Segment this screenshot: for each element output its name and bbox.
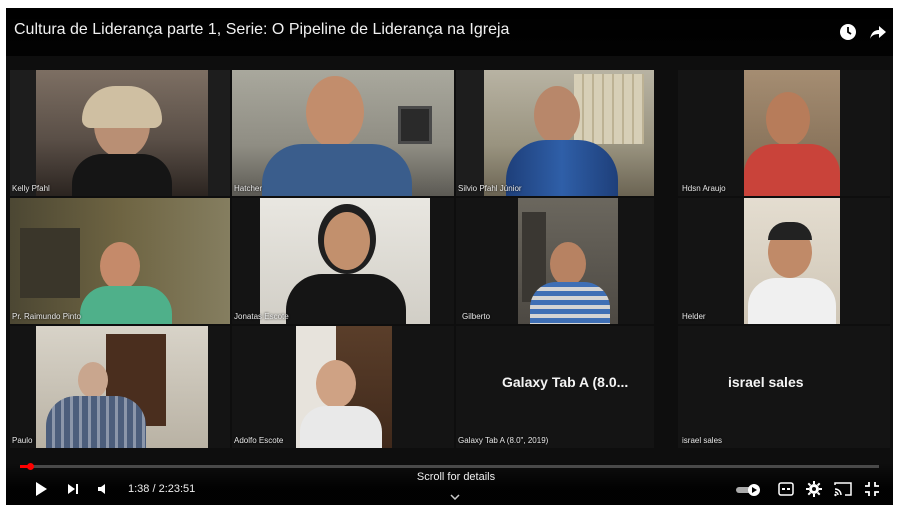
participant-display-name: israel sales [728, 374, 804, 390]
participant-name: Hdsn Araujo [682, 184, 726, 193]
participant-name: Paulo [12, 436, 33, 445]
autoplay-toggle-icon[interactable] [736, 483, 762, 501]
participant-video [260, 198, 430, 324]
video-title[interactable]: Cultura de Liderança parte 1, Serie: O P… [14, 21, 509, 39]
participant-video [484, 70, 654, 196]
participant-tile: Galaxy Tab A (8.0... Galaxy Tab A (8.0",… [456, 326, 654, 448]
participant-name: Galaxy Tab A (8.0", 2019) [458, 436, 549, 445]
title-bar: Cultura de Liderança parte 1, Serie: O P… [6, 8, 893, 56]
participant-name: Silvio Pfahl Júnior [458, 184, 522, 193]
participant-video [232, 70, 454, 196]
settings-icon[interactable] [806, 481, 822, 502]
participant-tile: Hatcher [232, 70, 454, 196]
time-display: 1:38 / 2:23:51 [128, 483, 196, 495]
participant-display-name: Galaxy Tab A (8.0... [502, 374, 629, 390]
participant-tile: Helder [678, 198, 890, 324]
participant-name: Adolfo Escote [234, 436, 284, 445]
progress-bar[interactable] [20, 463, 879, 470]
participant-name: Gilberto [462, 312, 491, 321]
participant-video [744, 70, 840, 196]
exit-fullscreen-icon[interactable] [864, 481, 880, 502]
video-call-grid: Kelly Pfahl Hatcher Silvio Pfahl Júnior [6, 8, 893, 505]
participant-tile: Hdsn Araujo [678, 70, 890, 196]
participant-video [518, 198, 618, 324]
play-icon[interactable] [34, 481, 48, 502]
chevron-down-icon[interactable] [450, 487, 460, 505]
participant-tile: Jonatas Escote [232, 198, 454, 324]
participant-video [296, 326, 392, 448]
participant-video [36, 70, 208, 196]
participant-name: Pr. Raimundo Pinto [12, 312, 81, 321]
next-icon[interactable] [66, 481, 80, 502]
participant-name: israel sales [682, 436, 723, 445]
participant-name: Helder [682, 312, 706, 321]
participant-tile: Kelly Pfahl [10, 70, 230, 196]
cast-icon[interactable] [834, 481, 852, 502]
captions-icon[interactable] [778, 482, 794, 501]
participant-tile: israel sales israel sales [678, 326, 890, 448]
participant-tile: Paulo [10, 326, 230, 448]
participant-tile: Pr. Raimundo Pinto [10, 198, 230, 324]
video-player[interactable]: Kelly Pfahl Hatcher Silvio Pfahl Júnior [6, 8, 893, 505]
participant-video [744, 198, 840, 324]
participant-tile: Gilberto [456, 198, 654, 324]
participant-tile: Silvio Pfahl Júnior [456, 70, 654, 196]
volume-icon[interactable] [96, 481, 112, 502]
participant-tile: Adolfo Escote [232, 326, 454, 448]
participant-video [36, 326, 208, 448]
scroll-hint[interactable]: Scroll for details [406, 471, 506, 483]
participant-name: Kelly Pfahl [12, 184, 50, 193]
share-icon[interactable] [868, 22, 888, 42]
participant-video [10, 198, 230, 324]
player-controls: 1:38 / 2:23:51 Scroll for details [6, 463, 893, 505]
participant-name: Jonatas Escote [234, 312, 289, 321]
watch-later-icon[interactable] [838, 22, 858, 42]
participant-name: Hatcher [234, 184, 263, 193]
progress-scrubber[interactable] [26, 463, 34, 470]
